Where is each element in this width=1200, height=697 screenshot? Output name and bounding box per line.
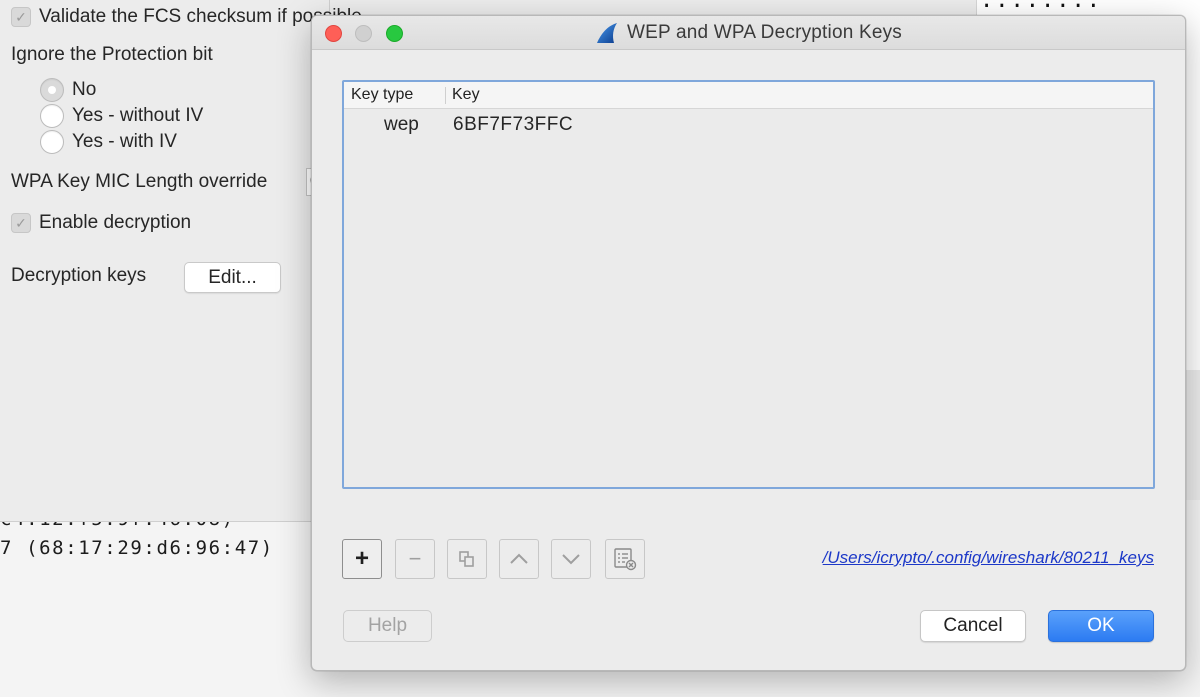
radio-button[interactable] [40, 104, 64, 128]
validate-fcs-checkbox[interactable]: ✓ [11, 7, 31, 27]
cell-key-value[interactable]: 6BF7F73FFC [453, 114, 573, 136]
cancel-button[interactable]: Cancel [920, 610, 1026, 642]
radio-option-yes-with-iv[interactable]: Yes - with IV [40, 130, 177, 154]
column-header-key-type[interactable]: Key type [351, 86, 413, 104]
radio-label: No [72, 79, 97, 100]
radio-button-selected[interactable] [40, 78, 64, 102]
ignore-protection-label: Ignore the Protection bit [11, 44, 213, 65]
edit-decryption-keys-button[interactable]: Edit... [184, 262, 281, 293]
enable-decryption-checkbox[interactable]: ✓ [11, 213, 31, 233]
cell-key-type[interactable]: wep [384, 114, 419, 136]
radio-label: Yes - with IV [72, 131, 177, 152]
remove-key-button[interactable]: − [395, 539, 435, 579]
keys-file-path-link[interactable]: /Users/icrypto/.config/wireshark/80211_k… [823, 548, 1154, 568]
clear-list-button[interactable] [605, 539, 645, 579]
radio-option-yes-without-iv[interactable]: Yes - without IV [40, 104, 203, 128]
column-header-key[interactable]: Key [452, 86, 480, 104]
plus-icon: + [354, 545, 369, 572]
wireshark-fin-icon [595, 22, 619, 44]
enable-decryption-row[interactable]: ✓ Enable decryption [11, 212, 191, 234]
dialog-title: WEP and WPA Decryption Keys [626, 22, 903, 43]
enable-decryption-label: Enable decryption [39, 212, 192, 233]
chevron-down-icon [561, 553, 581, 565]
move-up-button[interactable] [499, 539, 539, 579]
dialog-titlebar[interactable]: WEP and WPA Decryption Keys [312, 16, 1185, 50]
keys-table[interactable]: Key type Key wep 6BF7F73FFC [342, 80, 1155, 489]
minus-icon: − [408, 546, 422, 571]
add-key-button[interactable]: + [342, 539, 382, 579]
radio-label: Yes - without IV [72, 105, 204, 126]
column-separator [445, 87, 446, 104]
ok-button[interactable]: OK [1048, 610, 1154, 642]
ieee80211-preferences-panel: ✓ Validate the FCS checksum if possible … [0, 0, 362, 522]
move-down-button[interactable] [551, 539, 591, 579]
table-row[interactable]: wep 6BF7F73FFC [344, 110, 1153, 140]
copy-key-button[interactable] [447, 539, 487, 579]
packet-detail-line: 7 (68:17:29:d6:96:47) [0, 537, 274, 559]
decryption-keys-label: Decryption keys [11, 265, 147, 286]
copy-icon [458, 550, 476, 568]
wpa-mic-length-label: WPA Key MIC Length override [11, 171, 268, 192]
background-right-pane-text: ........ [980, 0, 1102, 13]
decryption-keys-dialog: WEP and WPA Decryption Keys Key type Key… [311, 15, 1186, 671]
radio-button[interactable] [40, 130, 64, 154]
radio-option-no[interactable]: No [40, 78, 96, 102]
table-header: Key type Key [344, 82, 1153, 109]
validate-fcs-row[interactable]: ✓ Validate the FCS checksum if possible [11, 6, 362, 28]
clear-list-icon [613, 547, 637, 571]
chevron-up-icon [509, 553, 529, 565]
help-button[interactable]: Help [343, 610, 432, 642]
